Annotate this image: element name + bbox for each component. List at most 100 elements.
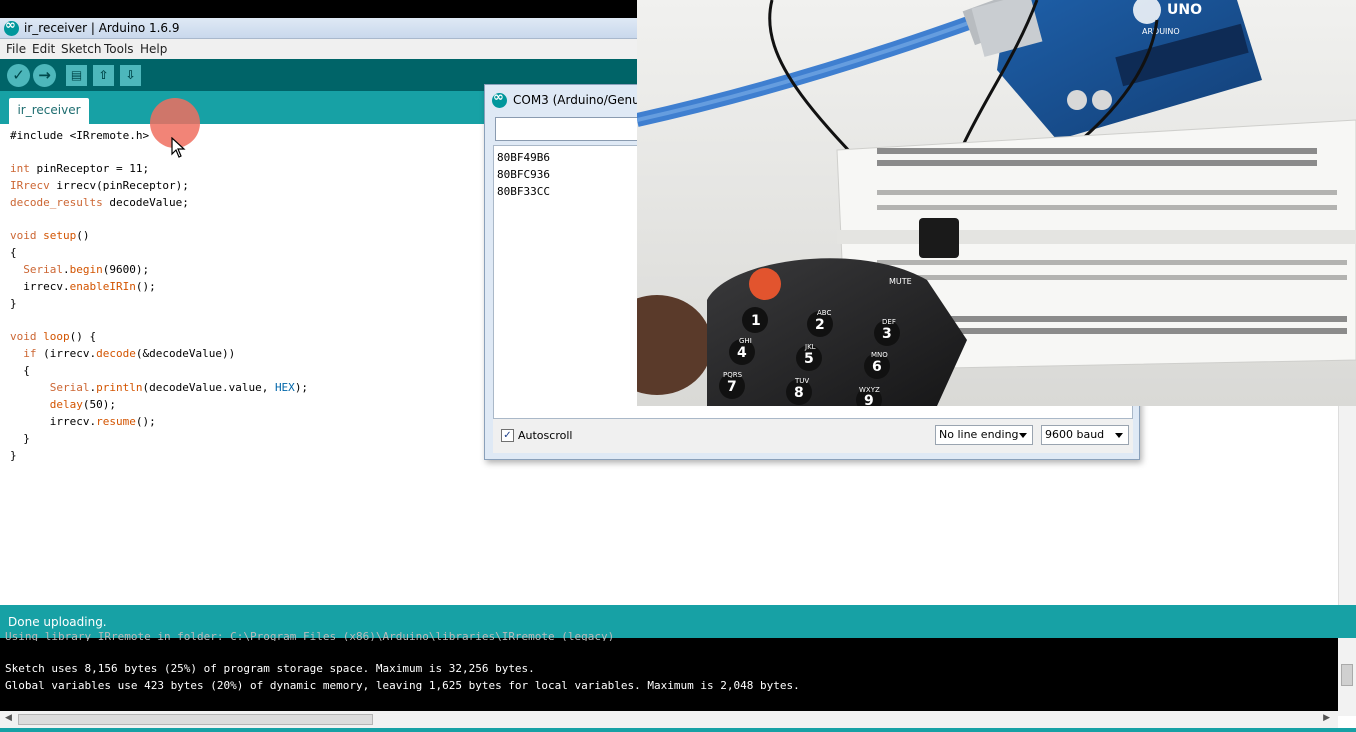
- code-token: resume: [96, 415, 136, 428]
- code-line: void loop() {: [10, 329, 96, 346]
- code-token: Serial: [23, 263, 63, 276]
- code-token: Serial: [49, 381, 90, 394]
- console-vertical-scrollbar[interactable]: [1338, 638, 1356, 716]
- code-token: irrecv.: [10, 415, 97, 428]
- code-token: setup: [36, 229, 77, 242]
- hole-row: [877, 148, 1317, 154]
- menu-sketch[interactable]: Sketch: [61, 42, 101, 56]
- scroll-thumb[interactable]: [18, 714, 373, 725]
- code-token: (9600);: [102, 263, 150, 276]
- code-line: #include <IRremote.h>: [10, 128, 149, 145]
- scroll-left-icon[interactable]: ◀: [5, 713, 12, 723]
- code-line: if (irrecv.decode(&decodeValue)): [10, 346, 235, 363]
- remote-key-label: MUTE: [889, 277, 912, 286]
- code-line: {: [10, 246, 17, 259]
- remote-key-number: 4: [737, 345, 747, 361]
- baud-rate-select[interactable]: 9600 baud: [1041, 425, 1129, 445]
- menu-edit[interactable]: Edit: [32, 42, 55, 56]
- remote-key-number: 1: [751, 313, 761, 329]
- remote-key-number: 2: [815, 317, 825, 333]
- console-horizontal-scrollbar[interactable]: ◀ ▶: [0, 711, 1338, 728]
- window-title: ir_receiver | Arduino 1.6.9: [24, 21, 180, 35]
- remote-key-number: 8: [794, 385, 804, 401]
- console-line: Sketch uses 8,156 bytes (25%) of program…: [5, 662, 535, 675]
- ir-receiver-sensor: [919, 218, 959, 258]
- code-line: }: [10, 297, 17, 310]
- autoscroll-label: Autoscroll: [518, 429, 573, 442]
- code-token: IRrecv: [10, 179, 50, 192]
- console-line: Global variables use 423 bytes (20%) of …: [5, 679, 800, 692]
- code-token: HEX: [274, 381, 295, 394]
- serial-output-line: 80BF33CC: [497, 185, 550, 198]
- remote-key-number: 7: [727, 379, 737, 395]
- code-token: int: [10, 162, 30, 175]
- verify-button[interactable]: ✓: [7, 64, 30, 87]
- code-token: decodeValue;: [102, 196, 189, 209]
- board-brand-label: ARDUINO: [1142, 27, 1180, 36]
- remote-key-letters: JKL: [804, 343, 816, 351]
- tab-ir-receiver[interactable]: ir_receiver: [9, 98, 89, 124]
- autoscroll-checkbox[interactable]: ✓: [501, 429, 514, 442]
- code-line: void setup(): [10, 228, 90, 245]
- board-uno-label: UNO: [1167, 2, 1202, 18]
- menu-help[interactable]: Help: [140, 42, 167, 56]
- photo-drawing: UNO ARDUINO MUTE 1 2 ABC 3 DEF 4 GHI 5 J…: [637, 0, 1356, 406]
- code-token: (irrecv.: [36, 347, 97, 360]
- new-button[interactable]: ▤: [66, 65, 87, 86]
- remote-key-letters: PQRS: [723, 371, 743, 379]
- code-line: decode_results decodeValue;: [10, 195, 189, 212]
- chevron-down-icon: [1019, 433, 1027, 438]
- code-line: IRrecv irrecv(pinReceptor);: [10, 178, 189, 195]
- line-ending-value: No line ending: [939, 428, 1019, 441]
- scroll-thumb[interactable]: [1341, 664, 1353, 686]
- save-button[interactable]: ⇩: [120, 65, 141, 86]
- code-token: decode: [96, 347, 136, 360]
- arduino-logo-icon: [4, 18, 19, 36]
- code-line: }: [10, 449, 17, 462]
- status-text: Done uploading.: [8, 615, 107, 629]
- code-token: .: [63, 263, 70, 276]
- serial-output-line: 80BF49B6: [497, 151, 550, 164]
- code-token: (decodeValue.value,: [142, 381, 275, 394]
- remote-key-letters: DEF: [882, 318, 896, 326]
- remote-key-letters: WXYZ: [859, 386, 880, 394]
- scroll-right-icon[interactable]: ▶: [1323, 713, 1330, 723]
- code-token: irrecv.: [10, 280, 70, 293]
- baud-rate-value: 9600 baud: [1045, 428, 1105, 441]
- code-line: int pinReceptor = 11;: [10, 161, 149, 178]
- code-line: {: [10, 364, 30, 377]
- console-line-cut: Using library IRremote in folder: C:\Pro…: [5, 630, 615, 641]
- code-line: Serial.println(decodeValue.value, HEX);: [10, 380, 308, 397]
- mouse-cursor-icon: [171, 137, 186, 158]
- code-token: pinReceptor = 11;: [29, 162, 150, 175]
- hole-row: [877, 160, 1317, 166]
- code-token: irrecv(pinReceptor);: [49, 179, 189, 192]
- hole-row: [897, 316, 1347, 322]
- line-ending-select[interactable]: No line ending: [935, 425, 1033, 445]
- code-token: #include: [10, 129, 70, 142]
- power-button: [749, 268, 781, 300]
- code-token: () {: [69, 330, 97, 343]
- serial-bottom-bar: ✓ Autoscroll No line ending 9600 baud: [493, 419, 1133, 453]
- capacitor: [1092, 90, 1112, 110]
- open-button[interactable]: ⇧: [93, 65, 114, 86]
- menu-tools[interactable]: Tools: [104, 42, 134, 56]
- code-line: irrecv.resume();: [10, 414, 156, 431]
- code-line: Serial.begin(9600);: [10, 262, 149, 279]
- arduino-logo-icon: [492, 90, 507, 108]
- code-token: (): [76, 229, 90, 242]
- menu-file[interactable]: File: [6, 42, 26, 56]
- hole-row: [877, 260, 1347, 265]
- code-token: <IRremote.h>: [69, 129, 150, 142]
- upload-button[interactable]: →: [33, 64, 56, 87]
- bottom-border: [0, 728, 1356, 732]
- capacitor: [1067, 90, 1087, 110]
- code-token: if: [23, 347, 37, 360]
- code-line: }: [10, 432, 30, 445]
- code-token: enableIRIn: [69, 280, 136, 293]
- code-token: (50);: [82, 398, 116, 411]
- camera-photo-overlay: UNO ARDUINO MUTE 1 2 ABC 3 DEF 4 GHI 5 J…: [637, 0, 1356, 406]
